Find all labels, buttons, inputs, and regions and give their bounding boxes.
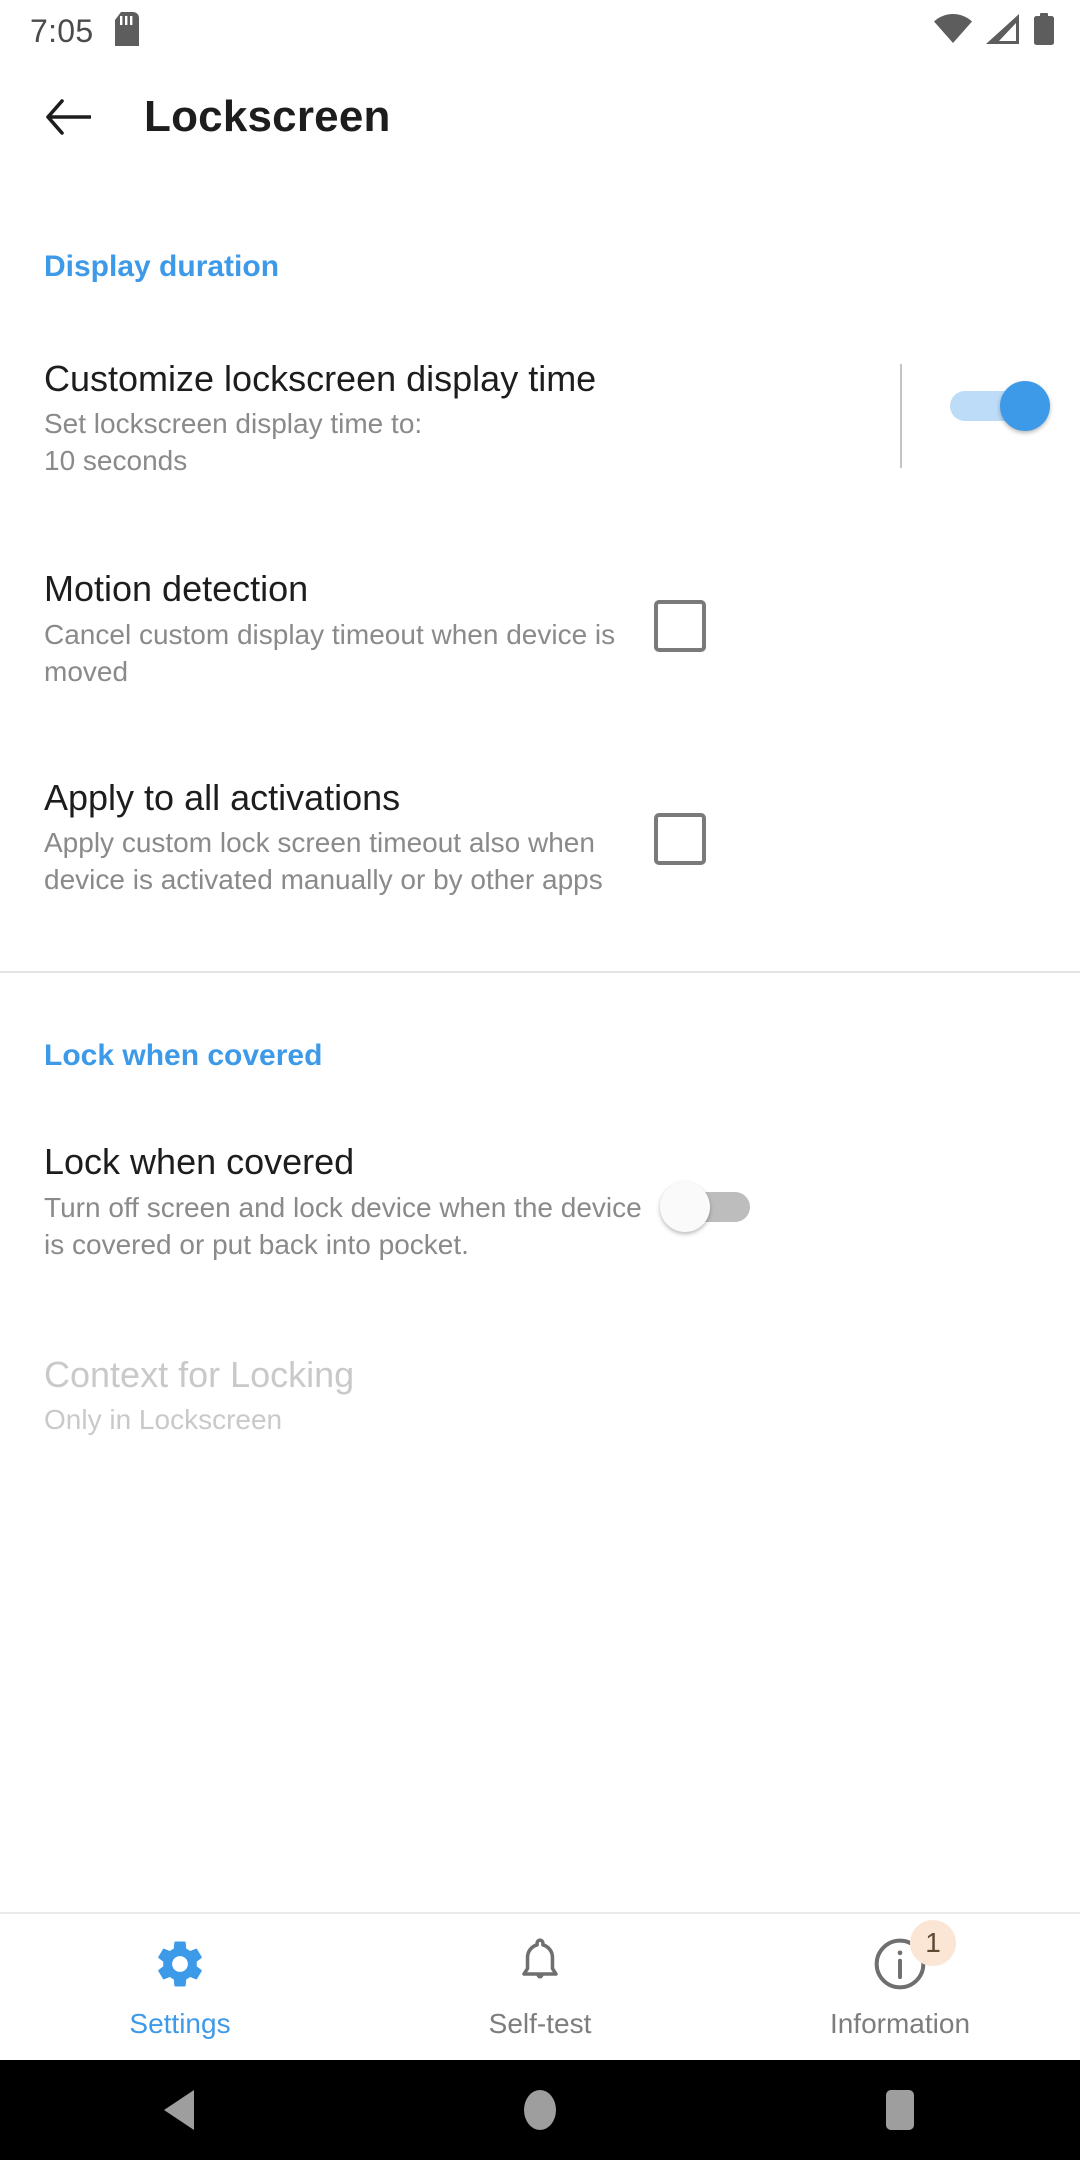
row-subtitle: Apply custom lock screen timeout also wh… <box>44 827 603 896</box>
section-divider <box>0 971 1080 974</box>
section-display-duration: Display duration Customize lockscreen di… <box>0 250 1080 899</box>
row-subtitle: Set lockscreen display time to: 10 secon… <box>44 408 423 477</box>
row-title: Motion detection <box>44 568 309 610</box>
info-icon: 1 <box>870 1920 956 1994</box>
row-vertical-divider <box>900 364 902 468</box>
row-title: Context for Locking <box>44 1353 355 1395</box>
row-control <box>654 777 706 865</box>
battery-icon <box>1034 12 1054 50</box>
row-text: Lock when covered Turn off screen and lo… <box>44 1141 664 1263</box>
row-text: Context for Locking Only in Lockscreen <box>44 1354 1046 1439</box>
phone-screen: 7:05 Lockscreen Display duration Customi… <box>0 0 1080 2160</box>
row-text: Motion detection Cancel custom display t… <box>44 568 654 690</box>
row-title: Customize lockscreen display time <box>44 358 597 399</box>
nav-item-label: Self-test <box>488 2008 592 2039</box>
status-bar-left: 7:05 <box>30 11 140 51</box>
row-text: Apply to all activations Apply custom lo… <box>44 777 654 899</box>
back-triangle-icon <box>164 2090 194 2130</box>
section-header-lock-when-covered: Lock when covered <box>44 1039 323 1073</box>
sd-card-icon <box>115 11 140 51</box>
nav-item-label: Settings <box>129 2008 231 2039</box>
system-home-button[interactable] <box>480 2060 600 2160</box>
row-subtitle: Cancel custom display timeout when devic… <box>44 618 616 687</box>
nav-item-information[interactable]: 1 Information <box>720 1920 1080 2040</box>
row-text: Customize lockscreen display time Set lo… <box>44 358 900 480</box>
system-back-button[interactable] <box>120 2060 240 2160</box>
row-control <box>950 358 1050 431</box>
checkbox-motion-detection[interactable] <box>654 600 706 653</box>
toggle-lock-when-covered[interactable] <box>660 1182 760 1233</box>
switch-thumb <box>660 1182 710 1233</box>
status-bar-right <box>934 12 1054 50</box>
bell-icon <box>510 1934 570 1994</box>
system-navigation-bar <box>0 2060 1080 2160</box>
settings-content: Display duration Customize lockscreen di… <box>0 172 1080 1912</box>
row-title: Apply to all activations <box>44 776 401 818</box>
app-bar: Lockscreen <box>0 62 1080 172</box>
recents-square-icon <box>886 2090 914 2130</box>
page-title: Lockscreen <box>144 92 391 141</box>
gear-icon <box>150 1934 210 1994</box>
nav-item-settings[interactable]: Settings <box>0 1934 360 2040</box>
checkbox-apply-to-all-activations[interactable] <box>654 812 706 865</box>
row-control <box>660 1141 760 1233</box>
section-lock-when-covered: Lock when covered Lock when covered Turn… <box>0 1039 1080 1439</box>
notification-badge: 1 <box>910 1920 956 1966</box>
section-header-display-duration: Display duration <box>44 250 280 283</box>
row-customize-lockscreen-display-time[interactable]: Customize lockscreen display time Set lo… <box>0 358 1080 480</box>
row-context-for-locking: Context for Locking Only in Lockscreen <box>0 1354 1080 1439</box>
row-control <box>654 568 706 653</box>
row-motion-detection[interactable]: Motion detection Cancel custom display t… <box>0 568 1080 690</box>
status-bar-clock: 7:05 <box>30 12 94 49</box>
wifi-icon <box>934 13 972 49</box>
home-circle-icon <box>524 2090 556 2130</box>
row-lock-when-covered[interactable]: Lock when covered Turn off screen and lo… <box>0 1141 1080 1263</box>
system-recents-button[interactable] <box>840 2060 960 2160</box>
bottom-navigation-bar: Settings Self-test 1 Information <box>0 1912 1080 2060</box>
switch-thumb <box>1000 381 1050 431</box>
status-bar: 7:05 <box>0 0 1080 62</box>
row-subtitle: Only in Lockscreen <box>44 1403 283 1435</box>
row-apply-to-all-activations[interactable]: Apply to all activations Apply custom lo… <box>0 777 1080 899</box>
cellular-signal-icon <box>986 13 1020 49</box>
back-button[interactable] <box>40 89 96 145</box>
row-subtitle: Turn off screen and lock device when the… <box>44 1191 642 1260</box>
row-title: Lock when covered <box>44 1141 355 1183</box>
nav-item-label: Information <box>829 2008 971 2039</box>
back-arrow-icon <box>46 99 91 135</box>
nav-item-self-test[interactable]: Self-test <box>360 1934 720 2040</box>
toggle-customize-lockscreen-display-time[interactable] <box>950 381 1050 431</box>
